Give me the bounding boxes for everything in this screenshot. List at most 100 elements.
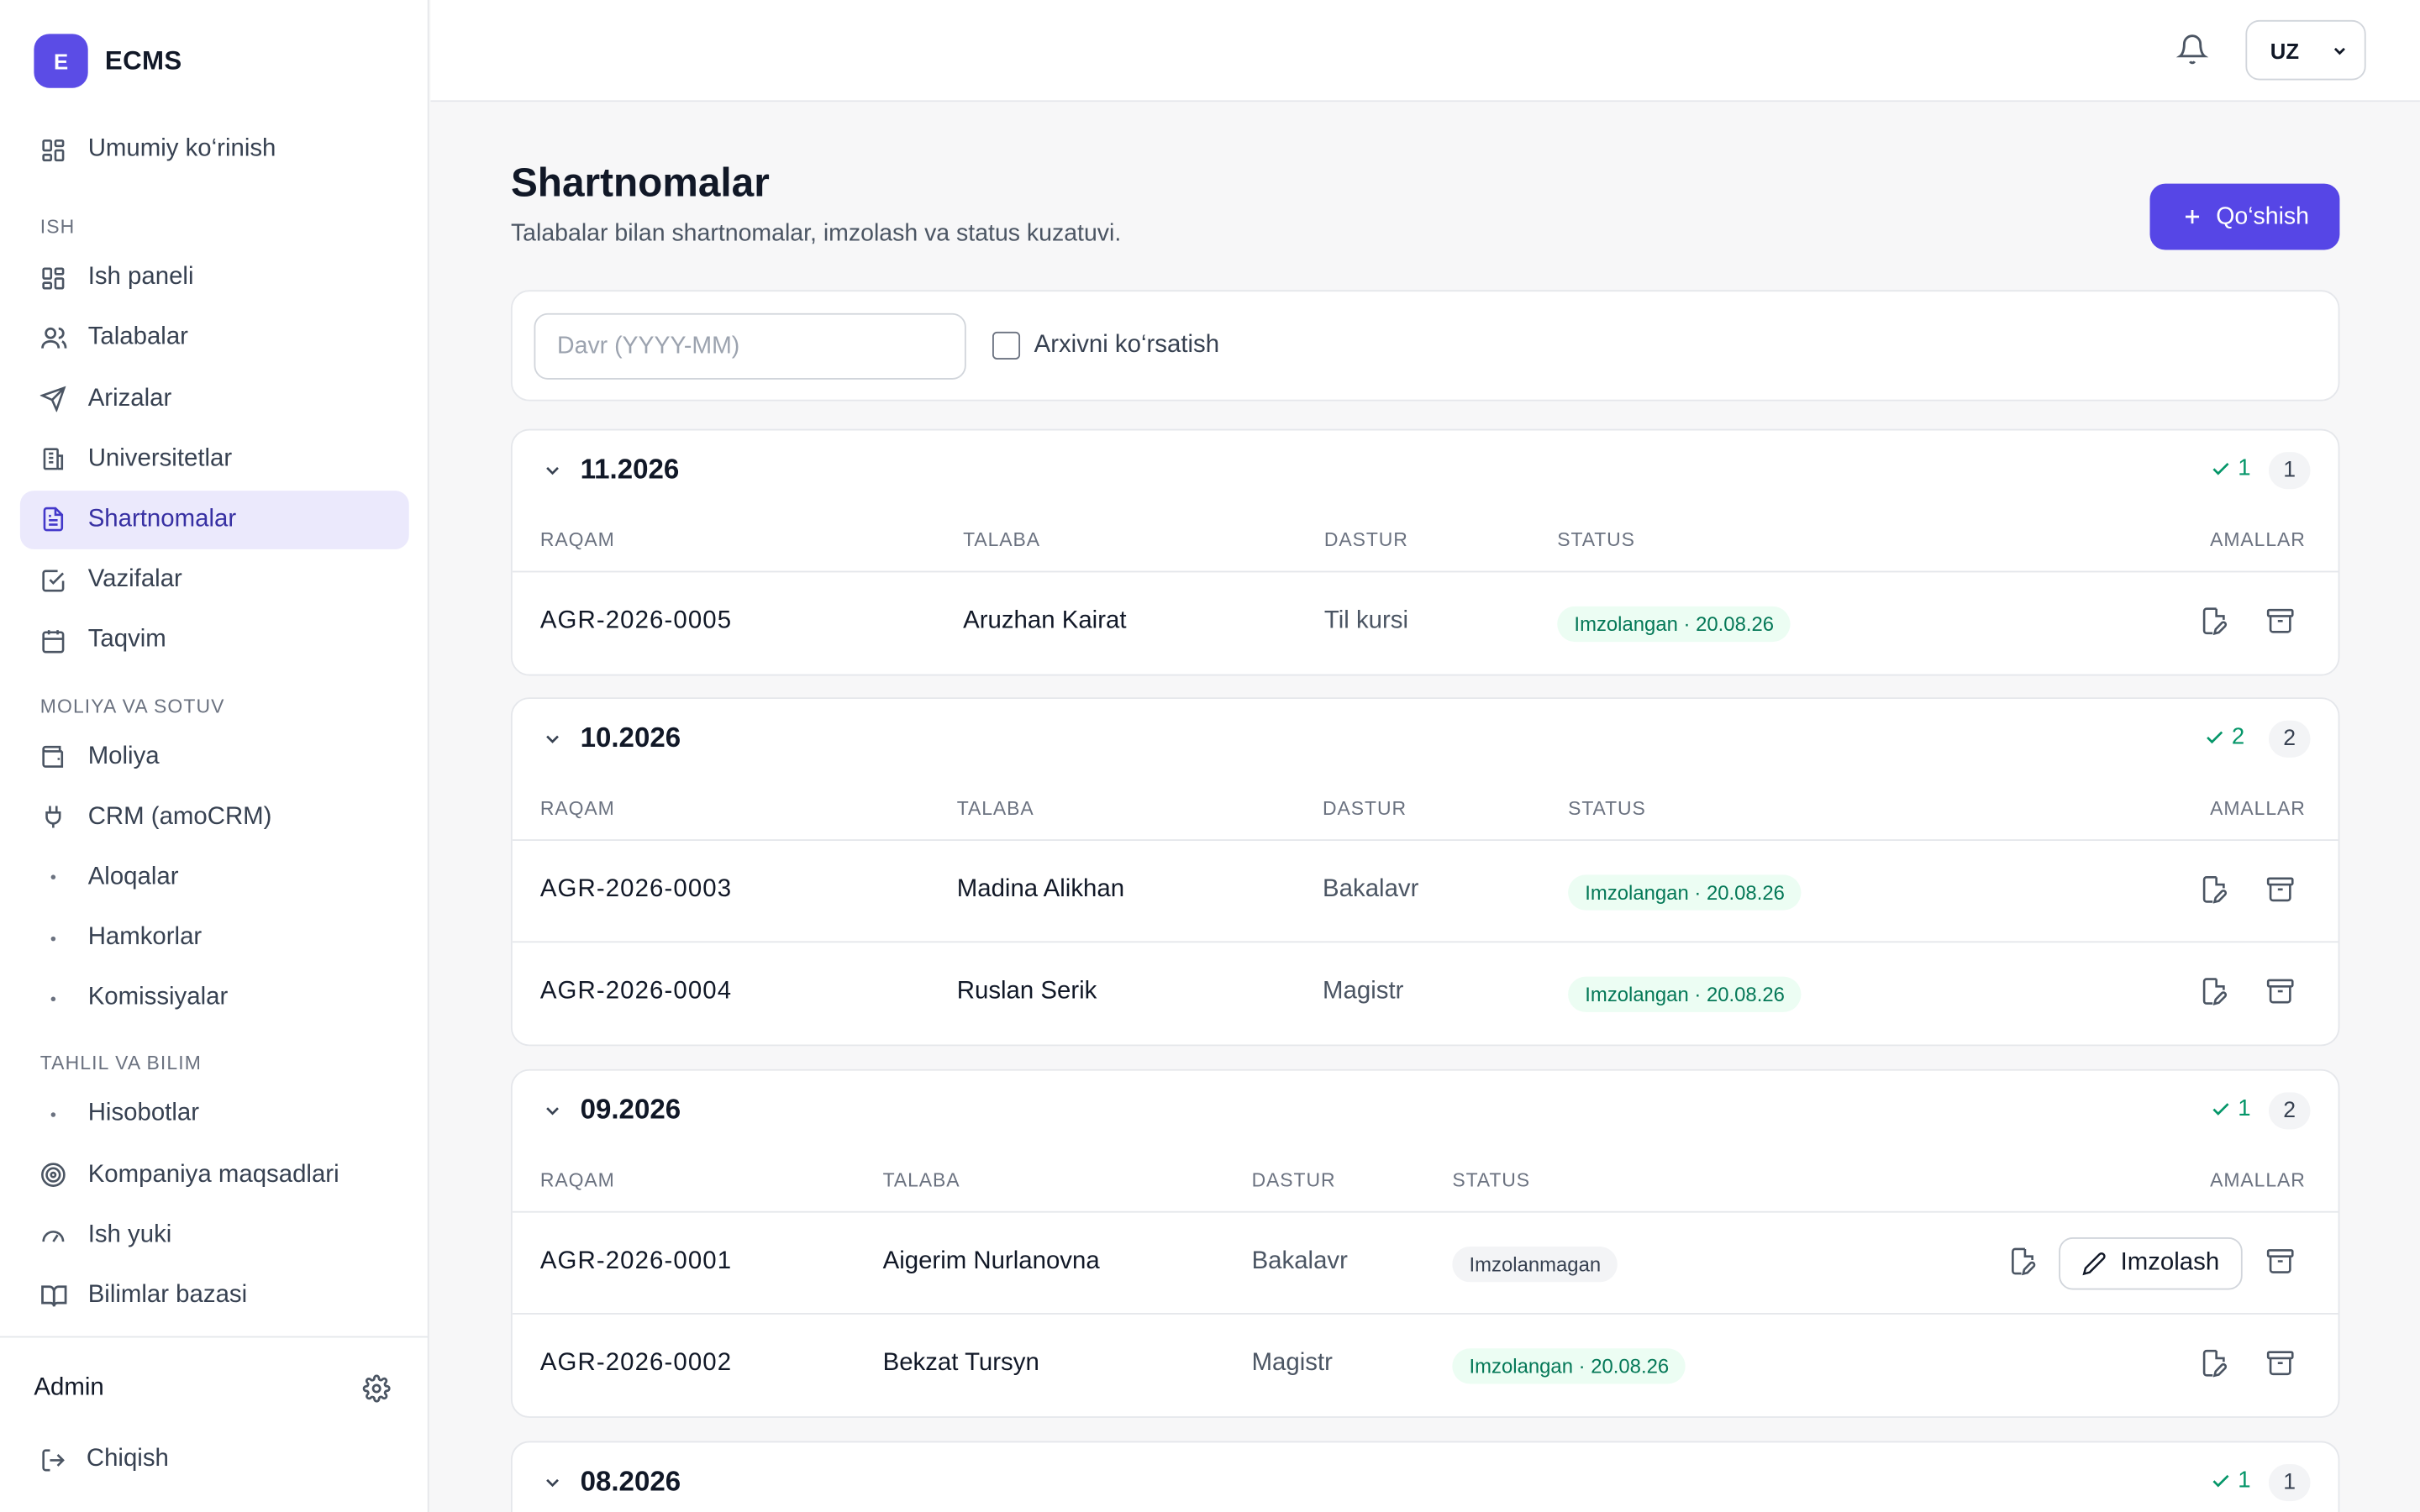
sidebar-item-moliya[interactable]: Moliya [20, 727, 409, 786]
logout-button[interactable]: Chiqish [40, 1446, 169, 1473]
sidebar-item-label: Ish paneli [87, 264, 194, 291]
file-text-icon [39, 505, 68, 534]
topbar: UZ [430, 0, 2420, 102]
sidebar-item-arizalar[interactable]: Arizalar [20, 370, 409, 428]
sidebar-item-komissiyalar[interactable]: Komissiyalar [20, 969, 409, 1028]
column-header-number: RAQAM [539, 528, 615, 551]
brand[interactable]: E ECMS [34, 34, 182, 88]
sidebar-item-label: Arizalar [87, 385, 172, 412]
student-name: Ruslan Serik [956, 978, 1097, 1005]
language-select[interactable]: UZ [2245, 19, 2366, 81]
edit-document-icon[interactable] [2199, 977, 2230, 1008]
archive-checkbox[interactable] [992, 331, 1021, 360]
archive-box-icon[interactable] [2265, 977, 2296, 1008]
check-icon [2212, 1102, 2229, 1115]
sign-button-label: Imzolash [2120, 1249, 2220, 1276]
notifications-bell-icon[interactable] [2175, 33, 2210, 70]
column-header-number: RAQAM [539, 797, 615, 820]
column-header-actions: AMALLAR [2210, 1169, 2306, 1191]
agreement-number: AGR-2026-0001 [539, 1247, 733, 1275]
sidebar-item-hisobotlar[interactable]: Hisobotlar [20, 1085, 409, 1144]
signed-count-value: 1 [2238, 1467, 2251, 1494]
agreement-number: AGR-2026-0003 [539, 876, 733, 903]
group-header[interactable]: 08.2026 1 1 [513, 1442, 2338, 1512]
sidebar-item-crm[interactable]: CRM (amoCRM) [20, 788, 409, 847]
column-header-actions: AMALLAR [2210, 528, 2306, 551]
column-header-status: STATUS [1557, 528, 1635, 551]
edit-document-icon[interactable] [2199, 1348, 2230, 1379]
sidebar-item-hamkorlar[interactable]: Hamkorlar [20, 909, 409, 968]
group-period: 11.2026 [580, 453, 680, 485]
agreement-number: AGR-2026-0004 [539, 978, 733, 1005]
target-icon [39, 1160, 68, 1189]
sidebar-item-label: Kompaniya maqsadlari [87, 1161, 339, 1188]
agreement-number: AGR-2026-0002 [539, 1350, 733, 1377]
column-header-program: DASTUR [1251, 1169, 1336, 1191]
sidebar-item-vazifalar[interactable]: Vazifalar [20, 551, 409, 610]
book-open-icon [39, 1281, 68, 1310]
page-subtitle: Talabalar bilan shartnomalar, imzolash v… [510, 220, 1122, 247]
column-header-status: STATUS [1452, 1169, 1531, 1191]
show-archive-toggle[interactable]: Arxivni ko‘rsatish [992, 331, 1219, 360]
language-value: UZ [2270, 37, 2300, 63]
signed-count-value: 1 [2238, 1095, 2251, 1122]
sidebar-item-shartnomalar[interactable]: Shartnomalar [19, 490, 409, 549]
sidebar-item-universitetlar[interactable]: Universitetlar [20, 430, 409, 489]
edit-document-icon[interactable] [2199, 606, 2230, 638]
chevron-down-icon [2330, 41, 2349, 60]
agreement-number: AGR-2026-0005 [539, 607, 733, 634]
check-square-icon [39, 565, 68, 595]
logout-icon [40, 1446, 66, 1473]
sidebar-item-label: Hamkorlar [87, 924, 203, 951]
check-icon [2212, 462, 2229, 475]
filter-bar: Arxivni ko‘rsatish [510, 290, 2340, 402]
sidebar-section-title: ISH [39, 216, 76, 239]
edit-document-icon[interactable] [2199, 874, 2230, 906]
archive-box-icon[interactable] [2265, 606, 2296, 638]
period-input[interactable] [534, 312, 966, 380]
group-header[interactable]: 10.2026 2 2 [513, 699, 2338, 780]
total-count-badge: 1 [2268, 452, 2311, 490]
sidebar: E ECMS Umumiy ko‘rinish ISH Ish paneli T… [0, 0, 429, 1512]
archive-box-icon[interactable] [2265, 1348, 2296, 1379]
add-button-label: Qo‘shish [2216, 202, 2309, 229]
period-group: 11.2026 1 1 RAQAM TALABA DASTUR STATUS A… [510, 428, 2340, 676]
sidebar-item-aloqalar[interactable]: Aloqalar [20, 848, 409, 907]
sidebar-item-bilimlar-bazasi[interactable]: Bilimlar bazasi [20, 1267, 409, 1326]
group-header[interactable]: 11.2026 1 1 [513, 430, 2338, 511]
sidebar-item-talabalar[interactable]: Talabalar [20, 309, 409, 368]
signed-count: 1 [2210, 1467, 2251, 1494]
sidebar-item-label: Moliya [87, 743, 160, 769]
student-name: Bekzat Tursyn [882, 1350, 1039, 1377]
wallet-icon [39, 742, 68, 771]
sidebar-item-label: Bilimlar bazasi [87, 1282, 248, 1309]
period-group: 08.2026 1 1 [510, 1441, 2340, 1512]
group-header[interactable]: 09.2026 1 2 [513, 1071, 2338, 1152]
archive-box-icon[interactable] [2265, 1247, 2296, 1278]
dashboard-grid-icon [39, 135, 68, 165]
student-name: Madina Alikhan [956, 876, 1125, 903]
sidebar-footer: Admin Chiqish [0, 1336, 429, 1512]
dashboard-grid-icon [39, 264, 68, 293]
users-icon [39, 323, 68, 353]
brand-logo: E [34, 34, 88, 88]
sidebar-item-label: Ish yuki [87, 1221, 172, 1248]
total-count-badge: 1 [2268, 1464, 2311, 1502]
column-header-number: RAQAM [539, 1169, 615, 1191]
total-count-badge: 2 [2268, 1092, 2311, 1130]
sign-button[interactable]: Imzolash [2059, 1237, 2243, 1290]
status-badge: Imzolangan · 20.08.26 [1452, 1348, 1686, 1384]
column-header-actions: AMALLAR [2210, 797, 2306, 820]
settings-gear-icon[interactable] [362, 1374, 392, 1404]
chevron-down-icon [542, 1100, 564, 1122]
edit-document-icon[interactable] [2008, 1247, 2039, 1278]
archive-box-icon[interactable] [2265, 874, 2296, 906]
send-icon [39, 384, 68, 413]
bullet-dot-icon [50, 1112, 56, 1117]
sidebar-item-taqvim[interactable]: Taqvim [20, 612, 409, 670]
sidebar-item-kompaniya-maqsadlari[interactable]: Kompaniya maqsadlari [20, 1146, 409, 1205]
sidebar-item-ish-paneli[interactable]: Ish paneli [20, 249, 409, 307]
add-agreement-button[interactable]: Qo‘shish [2149, 183, 2340, 250]
sidebar-item-ish-yuki[interactable]: Ish yuki [20, 1206, 409, 1265]
sidebar-item-overview[interactable]: Umumiy ko‘rinish [20, 120, 409, 179]
